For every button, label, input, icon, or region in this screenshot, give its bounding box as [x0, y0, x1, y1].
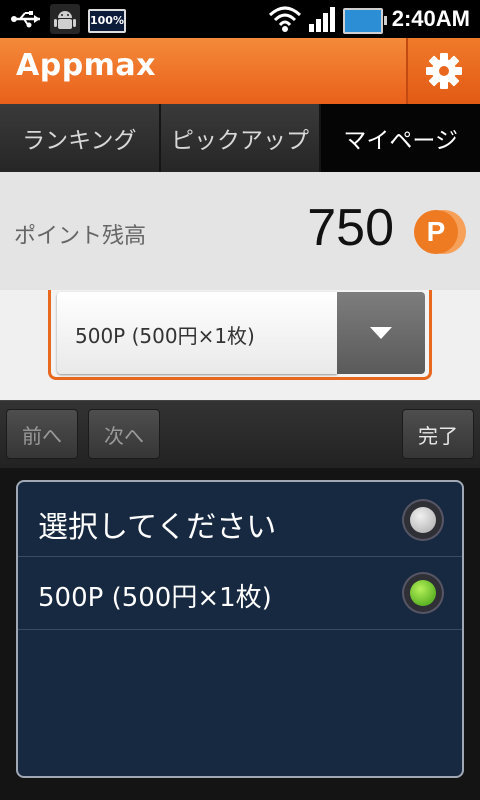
- tab-bar: ランキング ピックアップ マイページ: [0, 104, 480, 172]
- chevron-down-icon: [370, 327, 392, 339]
- next-button[interactable]: 次へ: [88, 409, 160, 459]
- form-navigation-toolbar: 前へ 次へ 完了: [0, 400, 480, 469]
- option-picker: 選択してください 500P (500円×1枚): [16, 480, 464, 778]
- select-area: 500P (500円×1枚): [0, 290, 480, 400]
- tab-ranking[interactable]: ランキング: [0, 104, 161, 172]
- clock: 2:40AM: [391, 6, 470, 31]
- points-balance-row: ポイント残高 750 P: [0, 172, 480, 291]
- battery-level-icon: 100%: [88, 9, 126, 33]
- picker-option-label: 選択してください: [38, 510, 277, 545]
- picker-option[interactable]: 選択してください: [18, 484, 462, 557]
- radio-button-selected[interactable]: [402, 572, 444, 614]
- picker-option[interactable]: 500P (500円×1枚): [18, 557, 462, 630]
- status-bar: 100% 2:40AM: [0, 0, 480, 38]
- tab-mypage[interactable]: マイページ: [321, 104, 480, 172]
- usb-icon: [11, 11, 40, 28]
- dropdown-button[interactable]: [337, 292, 425, 374]
- prev-button[interactable]: 前へ: [6, 409, 78, 459]
- points-balance-value: 750: [307, 199, 394, 257]
- points-coin-letter: P: [427, 216, 446, 247]
- select-field[interactable]: 500P (500円×1枚): [57, 292, 337, 374]
- gear-icon: [426, 53, 462, 89]
- done-button[interactable]: 完了: [402, 409, 474, 459]
- tab-pickup[interactable]: ピックアップ: [160, 104, 322, 172]
- radio-button-unselected[interactable]: [402, 499, 444, 541]
- settings-button[interactable]: [406, 38, 480, 104]
- android-debug-icon: [50, 4, 80, 34]
- wifi-icon: [268, 6, 302, 32]
- select-value: 500P (500円×1枚): [75, 324, 255, 348]
- points-coin-icon: P: [414, 210, 466, 254]
- app-header: Appmax: [0, 38, 480, 104]
- signal-icon: [309, 7, 335, 32]
- points-balance-label: ポイント残高: [14, 224, 147, 249]
- app-logo: Appmax: [16, 48, 157, 83]
- point-exchange-select[interactable]: 500P (500円×1枚): [48, 290, 432, 380]
- battery-icon: [343, 8, 387, 34]
- picker-option-label: 500P (500円×1枚): [38, 583, 272, 613]
